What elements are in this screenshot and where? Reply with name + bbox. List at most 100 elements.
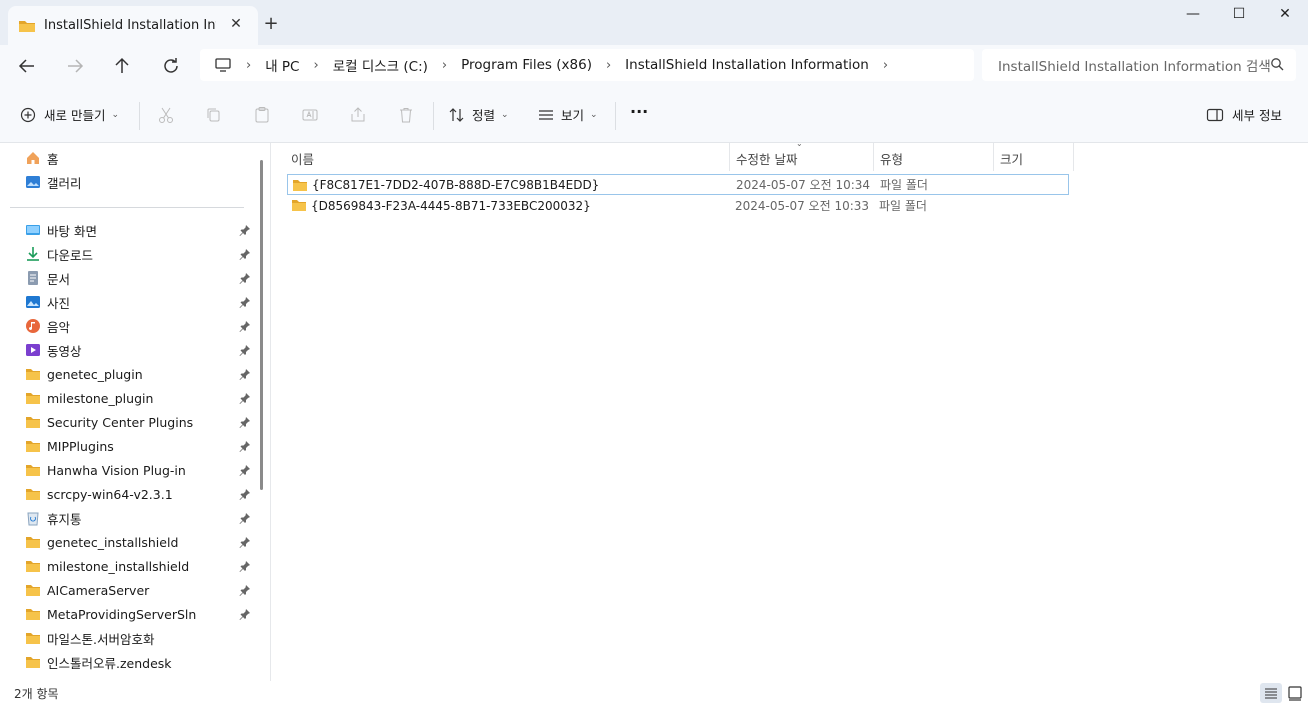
sidebar-item-label: 휴지통	[47, 511, 82, 527]
sidebar-item[interactable]: Hanwha Vision Plug-in	[25, 459, 255, 481]
details-view-icon[interactable]	[1260, 683, 1282, 703]
sidebar-item[interactable]: milestone_plugin	[25, 387, 255, 409]
sidebar-item-label: milestone_plugin	[47, 390, 154, 406]
view-lines-icon	[539, 109, 553, 120]
pin-icon	[239, 296, 251, 308]
file-row[interactable]: {D8569843-F23A-4445-8B71-733EBC200032} 20…	[287, 195, 1069, 216]
breadcrumb-separator[interactable]: ›	[883, 58, 888, 73]
videos-icon	[25, 342, 41, 358]
sidebar-item[interactable]: genetec_installshield	[25, 531, 255, 553]
new-button[interactable]: 새로 만들기 ⌄	[20, 105, 119, 124]
sidebar-item[interactable]: milestone_installshield	[25, 555, 255, 577]
sidebar-item[interactable]: scrcpy-win64-v2.3.1	[25, 483, 255, 505]
folder-icon	[25, 438, 41, 454]
new-tab-button[interactable]: +	[262, 13, 280, 34]
sidebar-item-label: 다운로드	[47, 247, 94, 263]
column-divider[interactable]	[993, 143, 994, 171]
forward-arrow-icon[interactable]	[63, 54, 87, 78]
back-arrow-icon[interactable]	[15, 54, 39, 78]
gallery-icon	[25, 174, 41, 190]
sidebar-divider	[10, 207, 244, 208]
column-header-size[interactable]: 크기	[1000, 147, 1023, 169]
sidebar-item[interactable]: 동영상	[25, 339, 255, 361]
sidebar-item[interactable]: MIPPlugins	[25, 435, 255, 457]
sidebar-scrollbar[interactable]	[260, 160, 263, 490]
toolbar-divider	[615, 102, 616, 130]
breadcrumb-local-disk[interactable]: 로컬 디스크 (C:)	[333, 55, 428, 75]
sidebar-item[interactable]: 사진	[25, 291, 255, 313]
cut-icon[interactable]	[157, 106, 175, 124]
pin-icon	[239, 368, 251, 380]
chevron-down-icon: ⌄	[590, 109, 598, 120]
minimize-button[interactable]: —	[1170, 6, 1216, 26]
search-input[interactable]: InstallShield Installation Information 검…	[982, 49, 1296, 81]
up-arrow-icon[interactable]	[110, 54, 134, 78]
sidebar-item-label: genetec_plugin	[47, 366, 143, 382]
sidebar-item[interactable]: 홈	[25, 147, 255, 169]
view-button-label: 보기	[561, 108, 585, 123]
sidebar-item[interactable]: 마일스톤.서버암호화	[25, 627, 255, 649]
download-icon	[25, 246, 41, 262]
sidebar-item[interactable]: genetec_plugin	[25, 363, 255, 385]
details-pane-button[interactable]: 세부 정보	[1206, 105, 1282, 124]
breadcrumb-program-files[interactable]: Program Files (x86)	[461, 57, 592, 73]
file-row[interactable]: {F8C817E1-7DD2-407B-888D-E7C98B1B4EDD} 20…	[287, 174, 1069, 195]
maximize-button[interactable]: ☐	[1216, 6, 1262, 26]
copy-icon[interactable]	[205, 106, 223, 124]
breadcrumb-separator: ›	[313, 57, 319, 73]
sidebar-item-label: 마일스톤.서버암호화	[47, 631, 155, 647]
folder-icon	[25, 414, 41, 430]
new-button-label: 새로 만들기	[44, 108, 106, 123]
music-icon	[25, 318, 41, 334]
more-options-button[interactable]: ···	[630, 102, 648, 121]
column-divider[interactable]	[873, 143, 874, 171]
paste-icon[interactable]	[253, 106, 271, 124]
sidebar-item[interactable]: 갤러리	[25, 171, 255, 193]
rename-icon[interactable]	[301, 106, 319, 124]
folder-icon	[25, 366, 41, 382]
column-divider[interactable]	[729, 143, 730, 171]
address-breadcrumb[interactable]: › 내 PC › 로컬 디스크 (C:) › Program Files (x8…	[200, 49, 974, 81]
sidebar-item[interactable]: MetaProvidingServerSln	[25, 603, 255, 625]
navigation-pane: 홈 갤러리바탕 화면다운로드문서사진음악 동영상 genetec_pluginmile…	[0, 143, 270, 681]
delete-icon[interactable]	[397, 106, 415, 124]
tab-close-button[interactable]: ✕	[228, 16, 244, 32]
sidebar-item[interactable]: 다운로드	[25, 243, 255, 265]
address-bar-row: › 내 PC › 로컬 디스크 (C:) › Program Files (x8…	[0, 45, 1308, 87]
sidebar-item[interactable]: 바탕 화면	[25, 219, 255, 241]
sidebar-item-label: 인스톨러오류.zendesk	[47, 655, 172, 671]
file-name: {F8C817E1-7DD2-407B-888D-E7C98B1B4EDD}	[312, 177, 600, 192]
close-button[interactable]: ✕	[1262, 6, 1308, 26]
sort-button[interactable]: 정렬 ⌄	[448, 105, 509, 124]
refresh-icon[interactable]	[159, 54, 183, 78]
sidebar-item[interactable]: 문서	[25, 267, 255, 289]
sidebar-item-label: 문서	[47, 271, 71, 287]
file-modified: 2024-05-07 오전 10:34	[736, 178, 871, 192]
sidebar-item[interactable]: Security Center Plugins	[25, 411, 255, 433]
folder-icon	[292, 177, 308, 193]
sidebar-item[interactable]: 인스톨러오류.zendesk	[25, 651, 255, 673]
desktop-icon	[25, 222, 41, 238]
file-name: {D8569843-F23A-4445-8B71-733EBC200032}	[311, 198, 591, 213]
command-bar: 새로 만들기 ⌄ 정렬 ⌄ 보기 ⌄ ··· 세부 정보	[0, 87, 1308, 143]
sidebar-item[interactable]: AICameraServer	[25, 579, 255, 601]
column-header-name[interactable]: 이름	[291, 147, 314, 169]
sidebar-item[interactable]: 휴지통	[25, 507, 255, 529]
column-divider[interactable]	[1073, 143, 1074, 171]
column-header-modified[interactable]: 수정한 날짜	[736, 147, 797, 169]
tab-installshield[interactable]: InstallShield Installation Info ✕	[8, 6, 258, 45]
column-header-type[interactable]: 유형	[880, 147, 903, 169]
share-icon[interactable]	[349, 106, 367, 124]
breadcrumb-installshield[interactable]: InstallShield Installation Information	[625, 57, 869, 73]
large-icons-view-icon[interactable]	[1284, 683, 1306, 703]
sidebar-item[interactable]: 음악	[25, 315, 255, 337]
chevron-down-icon: ⌄	[111, 109, 120, 120]
folder-icon	[25, 486, 41, 502]
sidebar-item-label: AICameraServer	[47, 582, 150, 598]
breadcrumb-this-pc[interactable]: 내 PC	[265, 55, 299, 75]
view-button[interactable]: 보기 ⌄	[537, 105, 598, 124]
computer-icon	[215, 58, 231, 72]
pin-icon	[239, 392, 251, 404]
sort-arrows-icon	[449, 107, 464, 122]
sidebar-item-label: 사진	[47, 295, 71, 311]
